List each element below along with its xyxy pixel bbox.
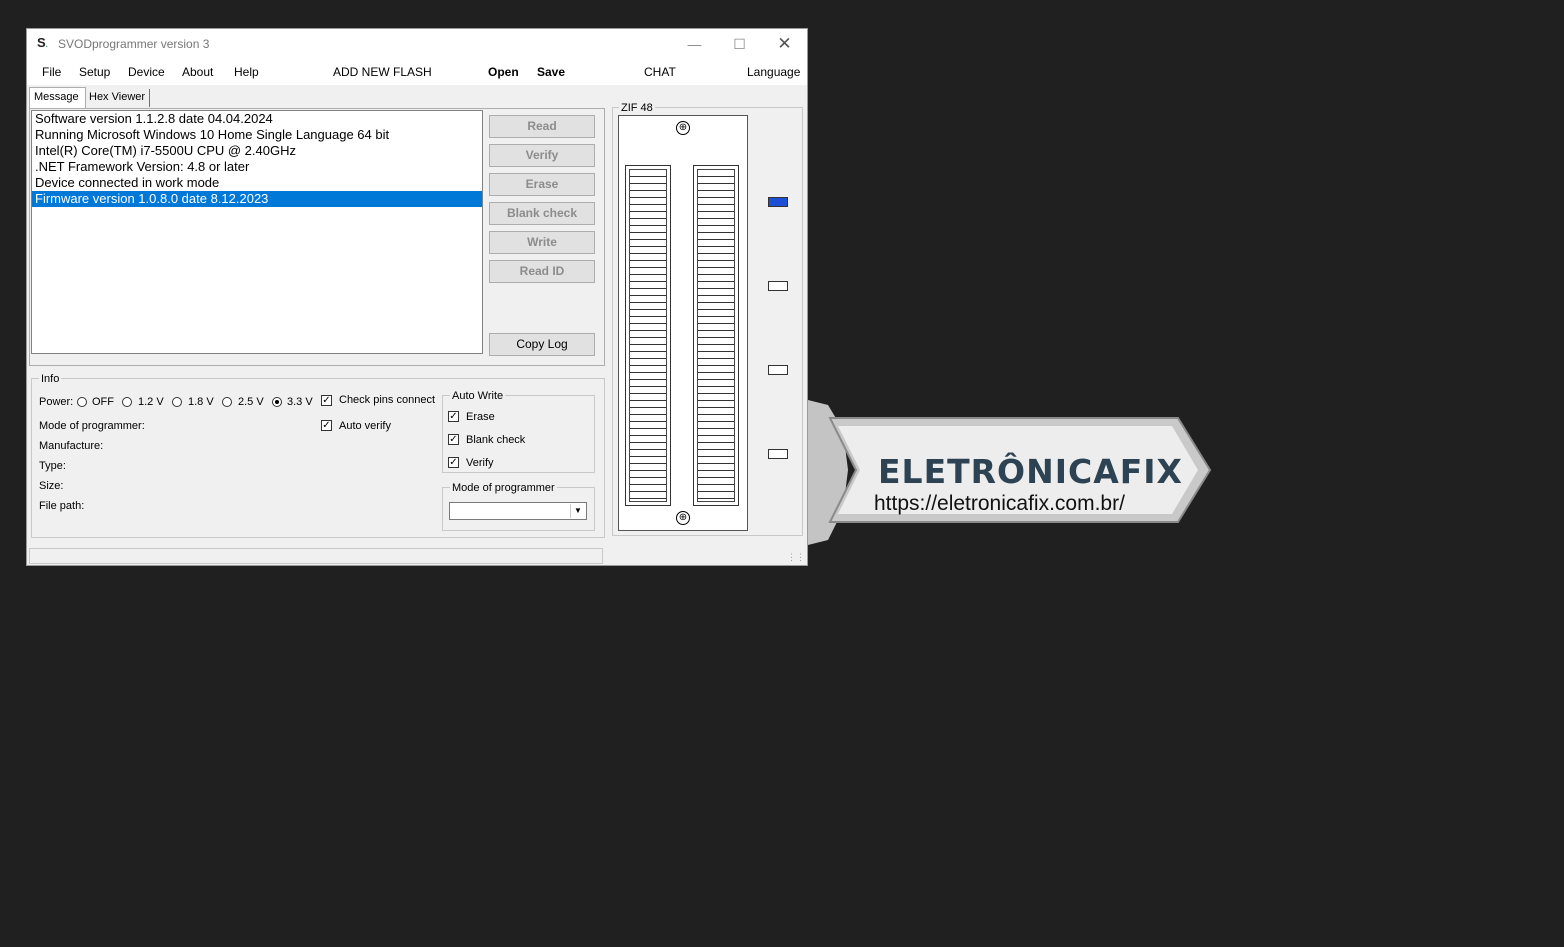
copy-log-button[interactable]: Copy Log [489, 333, 595, 356]
zif-pin-column-right [693, 165, 739, 506]
mode-of-programmer-legend: Mode of programmer [450, 482, 557, 494]
power-2v5-radio[interactable] [222, 397, 232, 407]
menu-bar: File Setup Device About Help ADD NEW FLA… [27, 59, 807, 85]
zif-legend: ZIF 48 [619, 102, 655, 114]
file-path-label: File path: [39, 500, 85, 512]
menu-add-new-flash[interactable]: ADD NEW FLASH [333, 65, 432, 79]
zif-screw-top-icon: ⊕ [676, 121, 690, 135]
resize-grip-icon[interactable]: ⋮⋮ [787, 552, 805, 563]
zif-pins-left [629, 169, 667, 502]
auto-verify-checkbox[interactable]: ✓ [321, 420, 332, 431]
zif-pin-column-left [625, 165, 671, 506]
app-logo-letter: S [37, 35, 46, 50]
verify-button[interactable]: Verify [489, 144, 595, 167]
power-1v8-label: 1.8 V [188, 396, 214, 408]
auto-verify-label: Auto verify [339, 420, 391, 432]
menu-save[interactable]: Save [537, 65, 565, 79]
log-line[interactable]: Intel(R) Core(TM) i7-5500U CPU @ 2.40GHz [32, 143, 482, 159]
manufacture-label: Manufacture: [39, 440, 104, 452]
status-indicator-active [768, 197, 788, 207]
menu-device[interactable]: Device [128, 65, 165, 79]
power-off-radio[interactable] [77, 397, 87, 407]
title-bar[interactable]: S. SVODprogrammer version 3 — ☐ ✕ [27, 29, 807, 59]
status-indicator [768, 281, 788, 291]
menu-open[interactable]: Open [488, 65, 519, 79]
auto-erase-checkbox[interactable]: ✓ [448, 411, 459, 422]
power-1v2-label: 1.2 V [138, 396, 164, 408]
auto-blank-check-checkbox[interactable]: ✓ [448, 434, 459, 445]
power-1v2-radio[interactable] [122, 397, 132, 407]
app-logo-icon: S. [37, 35, 48, 50]
minimize-icon[interactable]: — [672, 29, 717, 59]
power-label: Power: [39, 396, 74, 408]
app-window: S. SVODprogrammer version 3 — ☐ ✕ File S… [26, 28, 808, 566]
chevron-down-icon[interactable]: ▼ [570, 504, 585, 518]
power-3v3-radio[interactable] [272, 397, 282, 407]
type-label: Type: [39, 460, 66, 472]
auto-verify-write-checkbox[interactable]: ✓ [448, 457, 459, 468]
mode-of-programmer-label: Mode of programmer: [39, 420, 145, 432]
erase-button[interactable]: Erase [489, 173, 595, 196]
tab-hex-viewer[interactable]: Hex Viewer [85, 89, 150, 107]
log-line-selected[interactable]: Firmware version 1.0.8.0 date 8.12.2023 [32, 191, 482, 207]
menu-language[interactable]: Language [747, 65, 800, 79]
read-button[interactable]: Read [489, 115, 595, 138]
watermark-brand: ELETRÔNICAFIX [878, 452, 1184, 491]
size-label: Size: [39, 480, 64, 492]
power-off-label: OFF [92, 396, 114, 408]
log-line[interactable]: .NET Framework Version: 4.8 or later [32, 159, 482, 175]
status-indicator [768, 365, 788, 375]
blank-check-button[interactable]: Blank check [489, 202, 595, 225]
zif-screw-bottom-icon: ⊕ [676, 511, 690, 525]
write-button[interactable]: Write [489, 231, 595, 254]
auto-erase-label: Erase [466, 411, 495, 423]
log-line[interactable]: Device connected in work mode [32, 175, 482, 191]
power-2v5-label: 2.5 V [238, 396, 264, 408]
menu-file[interactable]: File [42, 65, 61, 79]
menu-setup[interactable]: Setup [79, 65, 110, 79]
power-1v8-radio[interactable] [172, 397, 182, 407]
read-id-button[interactable]: Read ID [489, 260, 595, 283]
menu-chat[interactable]: CHAT [644, 65, 676, 79]
status-indicator [768, 449, 788, 459]
auto-verify-write-label: Verify [466, 457, 494, 469]
tab-message[interactable]: Message [29, 87, 86, 109]
log-line[interactable]: Software version 1.1.2.8 date 04.04.2024 [32, 111, 482, 127]
info-legend: Info [39, 373, 62, 385]
window-title: SVODprogrammer version 3 [58, 37, 210, 51]
auto-blank-check-label: Blank check [466, 434, 526, 446]
mode-of-programmer-select[interactable]: ▼ [449, 502, 587, 520]
power-3v3-label: 3.3 V [287, 396, 313, 408]
zif-pins-right [697, 169, 735, 502]
status-bar [29, 548, 603, 564]
menu-help[interactable]: Help [234, 65, 259, 79]
close-icon[interactable]: ✕ [762, 29, 807, 59]
watermark-url: https://eletronicafix.com.br/ [874, 492, 1125, 515]
auto-write-legend: Auto Write [450, 390, 506, 402]
message-log[interactable]: Software version 1.1.2.8 date 04.04.2024… [31, 110, 483, 354]
menu-about[interactable]: About [182, 65, 213, 79]
maximize-icon[interactable]: ☐ [717, 29, 762, 59]
log-line[interactable]: Running Microsoft Windows 10 Home Single… [32, 127, 482, 143]
check-pins-connect-label: Check pins connect [339, 394, 435, 406]
check-pins-connect-checkbox[interactable]: ✓ [321, 395, 332, 406]
